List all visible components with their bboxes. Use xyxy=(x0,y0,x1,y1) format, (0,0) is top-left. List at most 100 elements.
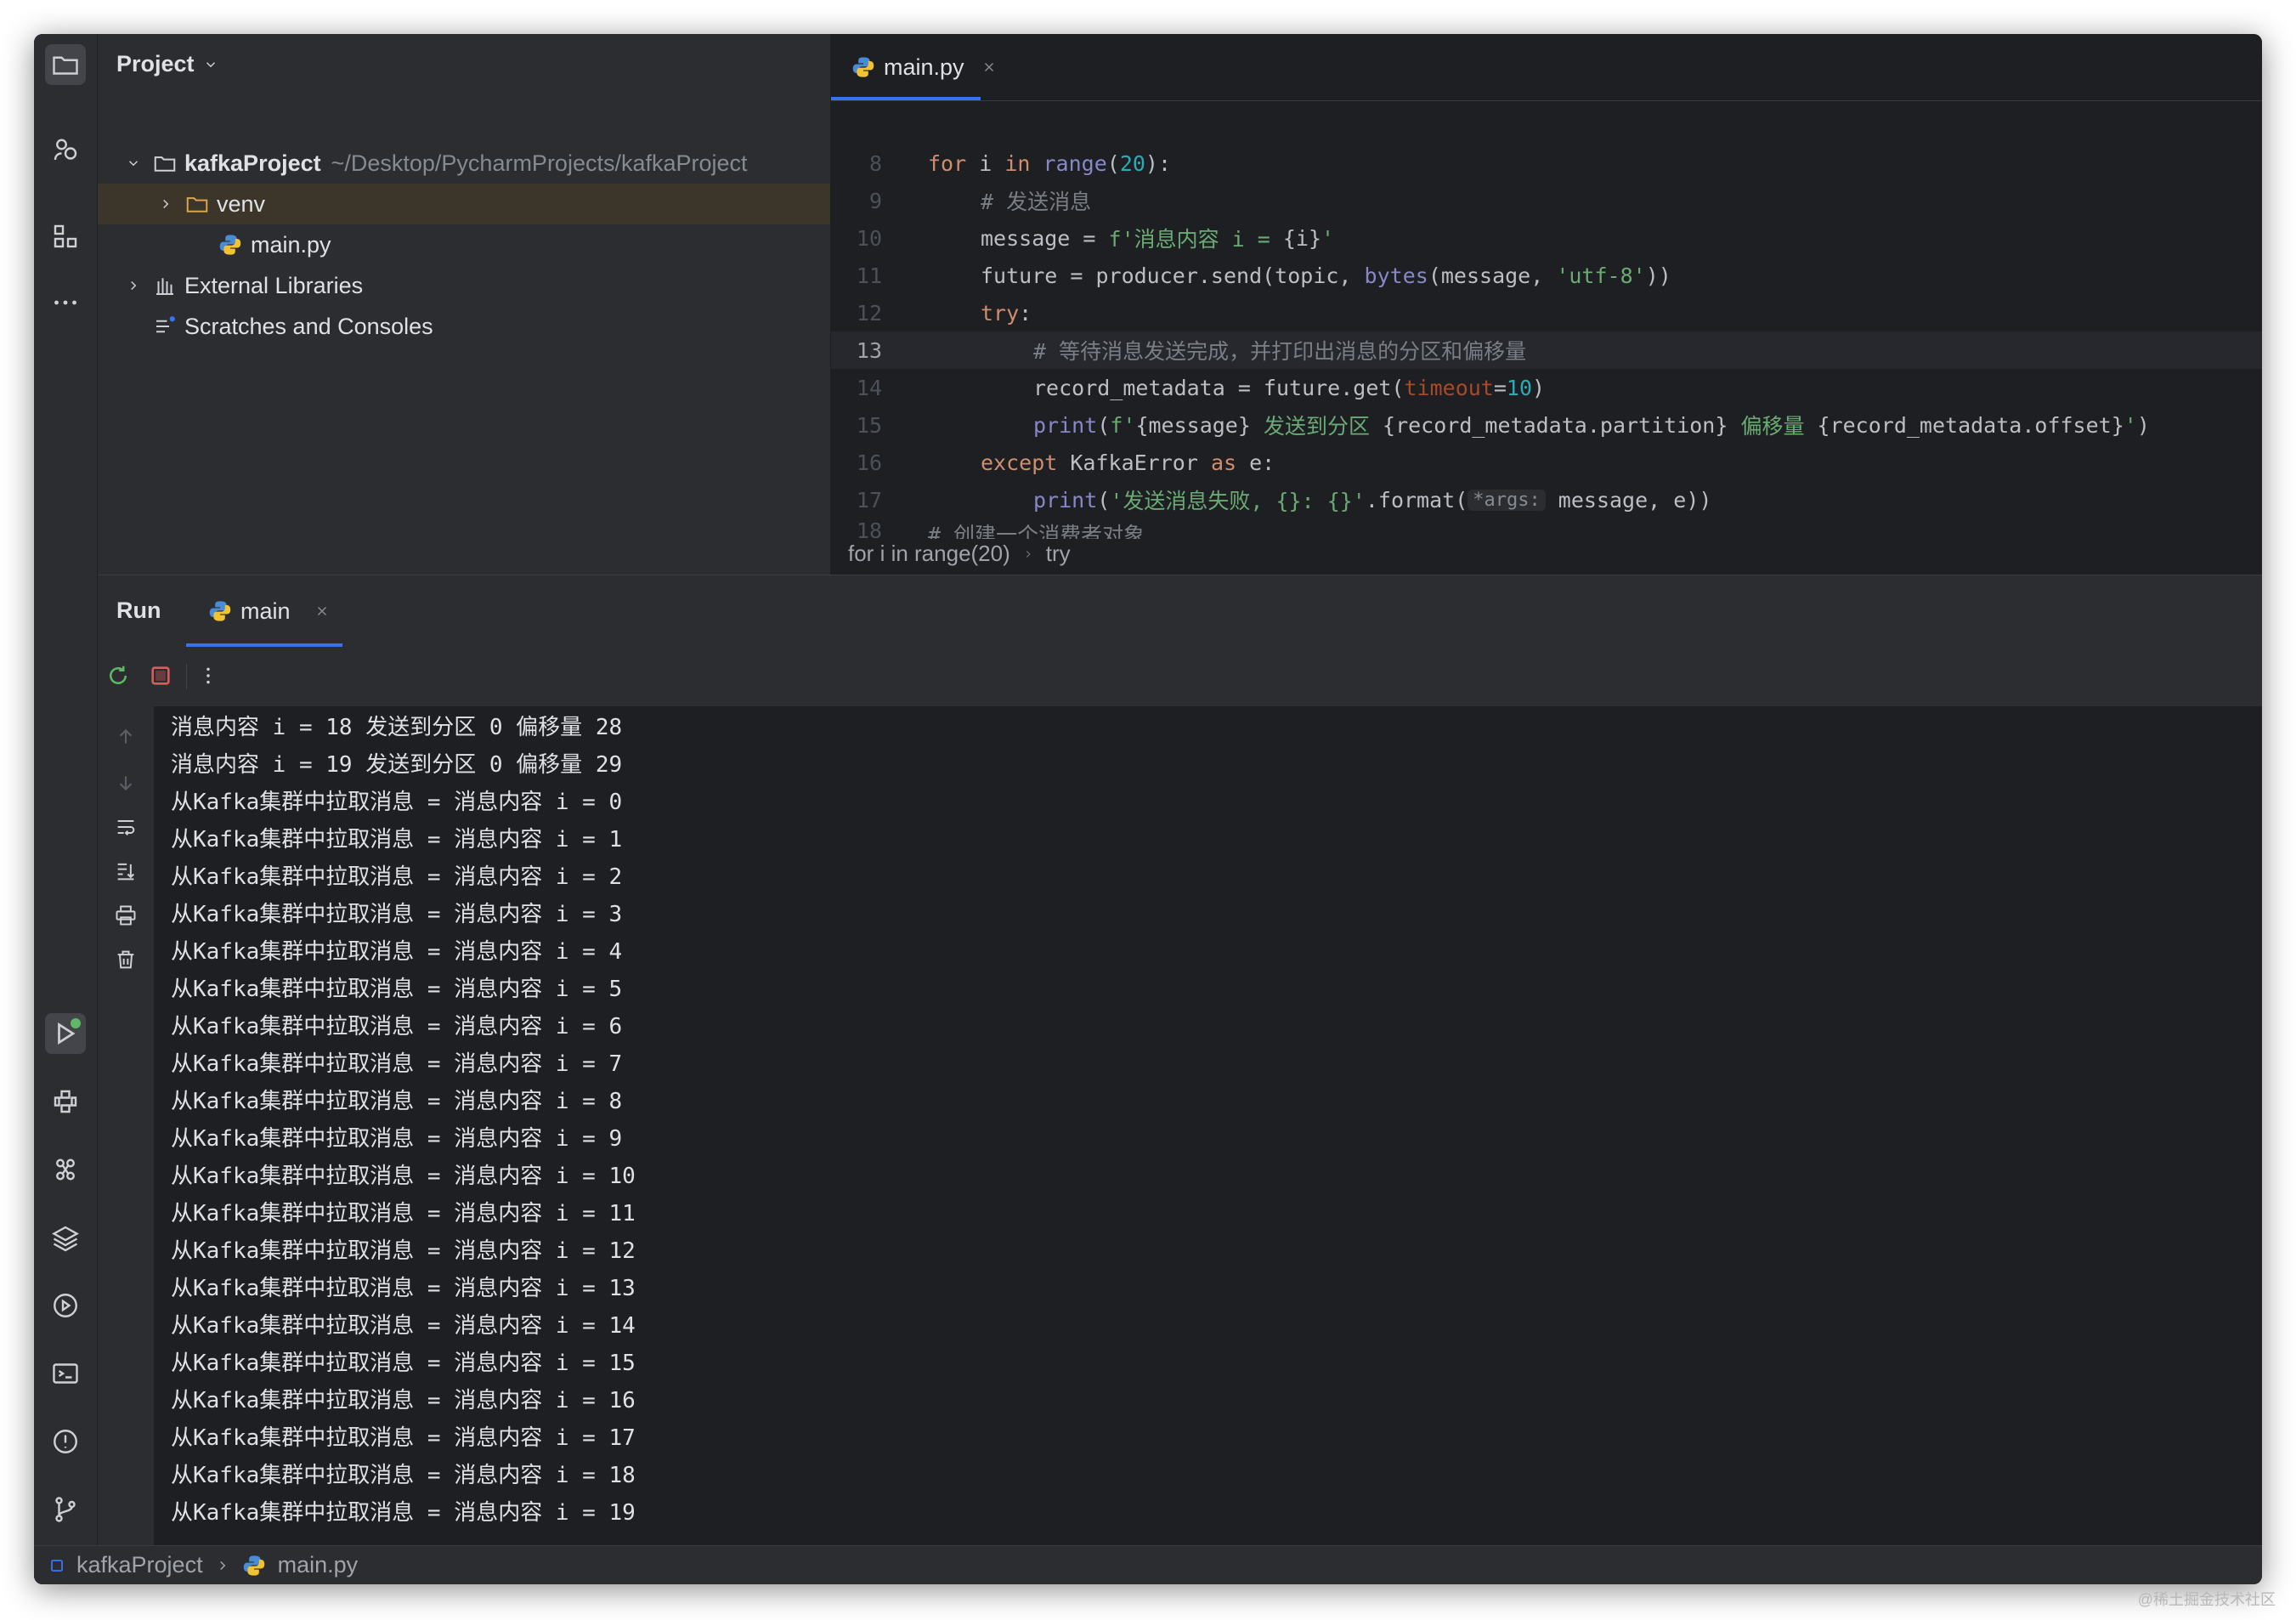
console-line: 从Kafka集群中拉取消息 = 消息内容 i = 18 xyxy=(171,1462,636,1488)
tree-item-external-libraries[interactable]: External Libraries xyxy=(98,265,830,306)
console-line: 从Kafka集群中拉取消息 = 消息内容 i = 1 xyxy=(171,826,623,852)
code-token: f' xyxy=(1110,412,1136,438)
code-token: = xyxy=(1493,375,1507,400)
python-file-icon xyxy=(243,1555,264,1576)
code-line[interactable]: 14 record_metadata = future.get(timeout = 1… xyxy=(831,369,2262,406)
tree-item-label: kafkaProject xyxy=(184,150,321,176)
code-line[interactable]: 18 # 创建一个消费者对象 xyxy=(831,518,2262,539)
console-side-toolbar xyxy=(98,706,154,1546)
line-number: 15 xyxy=(856,412,882,438)
console-line: 从Kafka集群中拉取消息 = 消息内容 i = 10 xyxy=(171,1163,636,1189)
code-token: # 发送消息 xyxy=(981,190,1092,214)
tree-item-kafkaproject[interactable]: kafkaProject ~/Desktop/PycharmProjects/k… xyxy=(98,143,830,184)
editor-tab-bar: main.py xyxy=(831,34,2262,101)
stop-icon[interactable] xyxy=(147,662,174,689)
problems-icon[interactable] xyxy=(45,1421,86,1462)
code-line[interactable]: 16 except KafkaError as e: xyxy=(831,444,2262,481)
code-token: KafkaError xyxy=(1057,450,1211,475)
code-line[interactable]: 17 print('发送消息失败, {}: {}' .format(*args: m… xyxy=(831,481,2262,518)
structure-icon[interactable] xyxy=(45,216,86,257)
code-line[interactable]: 11 future = producer.send(topic, bytes (me… xyxy=(831,257,2262,294)
breadcrumb-item[interactable]: for i in range(20) xyxy=(848,541,1010,567)
line-number: 13 xyxy=(856,337,882,363)
console-line: 从Kafka集群中拉取消息 = 消息内容 i = 17 xyxy=(171,1425,636,1451)
statusbar-project[interactable]: kafkaProject xyxy=(76,1552,203,1578)
scroll-to-end-icon[interactable] xyxy=(112,858,139,885)
code-line[interactable]: 9 # 发送消息 xyxy=(831,182,2262,219)
python-packages-icon[interactable] xyxy=(45,1149,86,1190)
python-console-icon[interactable] xyxy=(45,1081,86,1122)
close-icon[interactable] xyxy=(314,603,330,619)
watermark: @稀土掘金技术社区 xyxy=(2137,1591,2276,1608)
services-run-icon[interactable] xyxy=(45,1285,86,1326)
trash-icon[interactable] xyxy=(112,946,139,973)
more-options-icon[interactable] xyxy=(195,662,222,689)
line-number: 17 xyxy=(856,487,882,513)
code-token: range xyxy=(1043,150,1107,176)
code-line[interactable]: 15 print(f' {message} 发送到分区 {record_metada… xyxy=(831,406,2262,444)
code-token: 10 xyxy=(1506,375,1533,400)
tree-item-label: venv xyxy=(217,190,266,217)
more-tools-icon[interactable] xyxy=(45,282,86,323)
code-line[interactable]: 8 for i in range(20): xyxy=(831,144,2262,182)
run-tool-icon[interactable] xyxy=(45,1013,86,1054)
tab-main-py[interactable]: main.py xyxy=(831,34,1001,100)
services-icon[interactable] xyxy=(45,129,86,170)
tab-run-main[interactable]: main xyxy=(186,575,342,647)
console-line: 从Kafka集群中拉取消息 = 消息内容 i = 9 xyxy=(171,1125,623,1152)
console-line: 从Kafka集群中拉取消息 = 消息内容 i = 12 xyxy=(171,1238,636,1264)
tree-item-scratches[interactable]: Scratches and Consoles xyxy=(98,306,830,347)
code-token: ) xyxy=(1532,375,1546,400)
layers-icon[interactable] xyxy=(45,1217,86,1258)
chevron-down-icon xyxy=(206,61,215,67)
code-breadcrumb: for i in range(20) try xyxy=(848,541,1071,567)
python-file-icon xyxy=(219,235,241,255)
project-panel-header[interactable]: Project xyxy=(116,51,218,77)
close-icon[interactable] xyxy=(981,59,997,75)
code-token: print xyxy=(1033,487,1098,513)
tab-label: main.py xyxy=(884,54,964,80)
git-branch-icon[interactable] xyxy=(45,1489,86,1530)
code-token: message = xyxy=(981,225,1109,251)
tab-label: main xyxy=(240,598,291,624)
code-token: 发送到分区 xyxy=(1250,414,1383,439)
code-token: {i} xyxy=(1282,225,1322,251)
print-icon[interactable] xyxy=(112,902,139,929)
code-line[interactable]: 10 message = f'消息内容 i = {i} ' xyxy=(831,219,2262,257)
chevron-down-icon[interactable] xyxy=(123,153,144,173)
soft-wrap-icon[interactable] xyxy=(112,813,139,841)
run-panel-title: Run xyxy=(116,598,161,623)
running-indicator-icon xyxy=(71,1018,81,1028)
tree-item-label: External Libraries xyxy=(184,272,364,298)
console-line: 从Kafka集群中拉取消息 = 消息内容 i = 14 xyxy=(171,1312,636,1339)
code-token: {record_metadata.partition} xyxy=(1383,412,1728,438)
code-token: e: xyxy=(1236,450,1275,475)
code-line[interactable]: 12 try: xyxy=(831,294,2262,331)
terminal-icon[interactable] xyxy=(45,1353,86,1394)
project-folder-icon[interactable] xyxy=(45,44,86,85)
module-icon xyxy=(51,1559,63,1572)
console-line: 从Kafka集群中拉取消息 = 消息内容 i = 0 xyxy=(171,789,623,815)
line-number: 16 xyxy=(856,450,882,475)
scroll-down-icon[interactable] xyxy=(112,769,139,796)
console-output[interactable]: 消息内容 i = 18 发送到分区 0 偏移量 28 消息内容 i = 19 发… xyxy=(154,706,2262,1546)
console-line: 从Kafka集群中拉取消息 = 消息内容 i = 3 xyxy=(171,901,623,927)
code-token: ( xyxy=(1097,487,1111,513)
statusbar-file[interactable]: main.py xyxy=(278,1552,359,1578)
chevron-right-icon[interactable] xyxy=(123,275,144,296)
rerun-icon[interactable] xyxy=(105,662,132,689)
tree-item-venv[interactable]: venv xyxy=(98,184,830,224)
active-tab-indicator xyxy=(831,97,981,100)
code-token: : xyxy=(1019,300,1032,326)
code-token: # 等待消息发送完成，并打印出消息的分区和偏移量 xyxy=(1033,339,1527,364)
tree-item-main-py[interactable]: main.py xyxy=(98,224,830,265)
chevron-right-icon[interactable] xyxy=(156,194,176,214)
scroll-up-icon[interactable] xyxy=(112,723,139,751)
code-token: ( xyxy=(1097,412,1111,438)
breadcrumb-item[interactable]: try xyxy=(1046,541,1071,567)
tree-item-label: Scratches and Consoles xyxy=(184,313,433,339)
project-panel-title: Project xyxy=(116,51,195,76)
code-line-current[interactable]: 13 # 等待消息发送完成，并打印出消息的分区和偏移量 xyxy=(831,331,2262,369)
code-token: 'utf-8' xyxy=(1556,263,1646,288)
line-number: 14 xyxy=(856,375,882,400)
